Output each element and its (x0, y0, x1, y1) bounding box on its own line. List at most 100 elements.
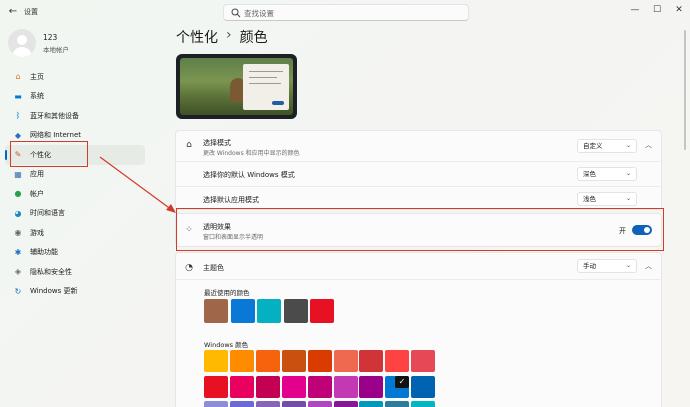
sidebar-item-label: 辅助功能 (30, 248, 58, 257)
color-swatch[interactable] (230, 299, 255, 323)
sidebar-item-label: 帐户 (30, 189, 44, 198)
avatar-body (12, 47, 32, 57)
color-swatch[interactable] (255, 350, 280, 372)
divider (175, 186, 662, 187)
mode-dropdown[interactable]: 自定义 ⌄ (577, 139, 637, 153)
app-mode-dropdown[interactable]: 浅色 ⌄ (577, 192, 637, 206)
color-swatch[interactable] (257, 299, 281, 323)
color-swatch[interactable] (281, 376, 306, 398)
color-swatch[interactable] (281, 401, 306, 407)
accessibility-icon: ✱ (14, 247, 22, 257)
preview-line (249, 77, 277, 78)
sidebar-item-label: 时间和语言 (30, 209, 65, 218)
color-swatch[interactable] (385, 350, 410, 372)
color-swatch[interactable] (411, 376, 436, 398)
avatar[interactable] (8, 29, 36, 57)
accent-dropdown-value: 手动 (583, 262, 596, 270)
sidebar-item-apps[interactable]: ▦ 应用 (5, 165, 145, 185)
back-button[interactable]: ← (6, 5, 20, 19)
color-swatch[interactable] (307, 401, 332, 407)
sidebar-item-label: 系统 (30, 92, 44, 101)
color-swatch[interactable] (204, 401, 228, 407)
color-swatch[interactable] (411, 401, 436, 407)
accent-title: 主题色 (203, 264, 224, 272)
windows-mode-label: 选择你的默认 Windows 模式 (203, 171, 295, 179)
windows-colors-label: Windows 颜色 (204, 341, 249, 349)
sidebar-nav: ⌂ 主页 ▬ 系统 ᛒ 蓝牙和其他设备 ◆ 网络和 Internet ✎ 个性化… (5, 67, 145, 301)
sidebar-item-label: Windows 更新 (30, 287, 78, 296)
brush-icon: ⌂ (186, 140, 192, 150)
color-swatch[interactable] (411, 350, 436, 372)
maximize-button[interactable]: ☐ (648, 3, 666, 17)
search-box[interactable]: 查找设置 (223, 4, 469, 21)
color-swatch[interactable] (333, 376, 358, 398)
mode-title: 选择模式 (203, 139, 231, 147)
home-icon: ⌂ (15, 72, 21, 82)
sidebar-item-label: 主页 (30, 72, 44, 81)
sidebar-item-label: 游戏 (30, 228, 44, 237)
scrollbar[interactable] (684, 30, 686, 150)
annotation-box-transparency (176, 208, 664, 251)
sidebar-item-label: 网络和 Internet (30, 131, 82, 140)
sidebar-item-system[interactable]: ▬ 系统 (5, 87, 145, 107)
title-bar: ← 设置 查找设置 — ☐ ✕ (0, 0, 690, 24)
app-mode-label: 选择默认应用模式 (203, 196, 259, 204)
sidebar-item-gaming[interactable]: ◉ 游戏 (5, 223, 145, 243)
sidebar-item-home[interactable]: ⌂ 主页 (5, 67, 145, 87)
gamepad-icon: ◉ (14, 228, 22, 238)
color-swatch[interactable] (310, 299, 334, 323)
color-swatch[interactable] (204, 299, 228, 323)
sidebar-item-accounts[interactable]: ● 帐户 (5, 184, 145, 204)
accent-dropdown[interactable]: 手动 ⌄ (577, 259, 637, 273)
close-button[interactable]: ✕ (670, 3, 688, 17)
color-swatch[interactable] (255, 401, 280, 407)
color-swatch[interactable] (229, 376, 254, 398)
sidebar-item-label: 应用 (30, 170, 44, 179)
minimize-button[interactable]: — (626, 3, 644, 17)
divider (175, 161, 662, 162)
windows-mode-dropdown[interactable]: 深色 ⌄ (577, 167, 637, 181)
monitor-icon: ▬ (14, 91, 22, 101)
user-account-type: 本地帐户 (43, 46, 69, 54)
selected-check-icon: ✓ (395, 376, 409, 388)
color-swatch[interactable] (359, 376, 384, 398)
color-swatch[interactable] (281, 350, 306, 372)
mode-dropdown-value: 自定义 (583, 142, 603, 150)
wifi-icon: ◆ (14, 130, 22, 140)
breadcrumb-parent[interactable]: 个性化 (176, 27, 218, 47)
color-swatch[interactable] (283, 299, 308, 323)
color-swatch[interactable] (333, 350, 358, 372)
app-mode-value: 浅色 (583, 195, 596, 203)
color-swatch[interactable] (385, 401, 410, 407)
sidebar-item-time-language[interactable]: ◕ 时间和语言 (5, 204, 145, 224)
color-swatch[interactable] (255, 376, 280, 398)
color-swatch[interactable] (359, 401, 384, 407)
preview-line (249, 83, 281, 84)
update-icon: ↻ (14, 286, 22, 296)
apps-icon: ▦ (14, 169, 22, 179)
sidebar-item-windows-update[interactable]: ↻ Windows 更新 (5, 282, 145, 302)
chevron-down-icon: ⌄ (625, 142, 631, 149)
account-icon: ● (14, 189, 22, 199)
color-swatch[interactable] (204, 376, 228, 398)
sidebar-item-bluetooth[interactable]: ᛒ 蓝牙和其他设备 (5, 106, 145, 126)
sidebar-item-privacy[interactable]: ◈ 隐私和安全性 (5, 262, 145, 282)
search-input[interactable]: 查找设置 (244, 8, 274, 19)
color-swatch[interactable] (204, 350, 228, 372)
color-swatch[interactable] (307, 376, 332, 398)
chevron-up-icon[interactable]: ︿ (645, 261, 652, 271)
color-swatch[interactable] (333, 401, 358, 407)
mode-subtitle: 更改 Windows 和应用中显示的颜色 (203, 150, 300, 157)
breadcrumb-separator: › (226, 27, 232, 43)
sidebar-item-accessibility[interactable]: ✱ 辅助功能 (5, 243, 145, 263)
chevron-down-icon: ⌄ (625, 262, 631, 269)
chevron-up-icon[interactable]: ︿ (645, 140, 652, 150)
color-swatch[interactable] (359, 350, 384, 372)
color-swatch[interactable] (307, 350, 332, 372)
annotation-box-personalization (10, 141, 88, 167)
color-swatch[interactable] (229, 401, 254, 407)
bluetooth-icon: ᛒ (15, 111, 21, 121)
preview-window (243, 64, 289, 110)
color-swatch[interactable] (229, 350, 254, 372)
globe-icon: ◕ (14, 208, 22, 218)
